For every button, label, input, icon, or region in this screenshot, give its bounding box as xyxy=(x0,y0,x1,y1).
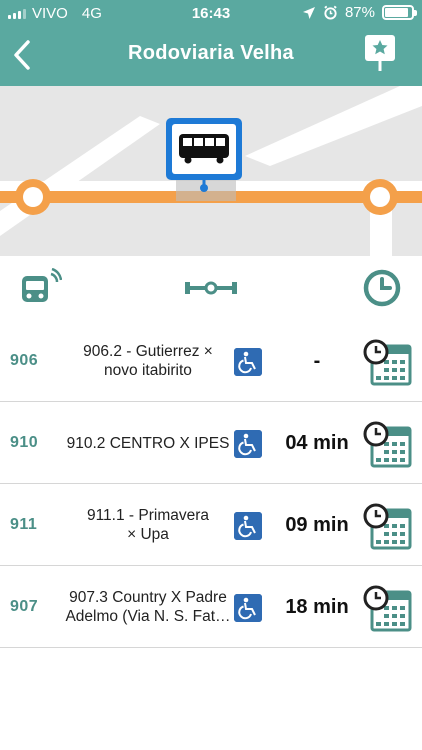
line-name: 906.2 - Gutierrez × novo itabirito xyxy=(83,343,213,379)
battery-icon xyxy=(382,5,417,20)
arrival-time: 09 min xyxy=(285,513,349,536)
bus-realtime-icon[interactable] xyxy=(20,268,62,306)
wheelchair-accessible-icon xyxy=(234,348,262,376)
line-code: 911 xyxy=(10,516,38,533)
arrival-time: 18 min xyxy=(285,595,349,618)
arrival-time: 04 min xyxy=(285,431,349,454)
schedule-calendar-icon[interactable] xyxy=(362,502,412,550)
page-title: Rodoviaria Velha xyxy=(128,42,294,64)
line-code: 910 xyxy=(10,434,39,451)
list-item[interactable]: 911 911.1 - Primavera × Upa 09 min xyxy=(0,484,422,566)
list-item[interactable]: 906 906.2 - Gutierrez × novo itabirito - xyxy=(0,320,422,402)
nav-bar: Rodoviaria Velha xyxy=(0,28,422,86)
line-name: 911.1 - Primavera × Upa xyxy=(86,507,210,543)
wheelchair-accessible-icon xyxy=(234,430,262,458)
line-name: 910.2 CENTRO X IPES xyxy=(66,434,230,452)
wheelchair-accessible-icon xyxy=(234,594,262,622)
arrival-time: - xyxy=(313,349,321,372)
clock-icon[interactable] xyxy=(362,268,402,308)
route-icon[interactable] xyxy=(184,278,238,298)
alarm-icon xyxy=(324,5,337,20)
app-screen: VIVO 4G 16:43 87% Rodoviaria Velha 906 9… xyxy=(0,0,422,750)
location-arrow-icon xyxy=(302,6,315,19)
top-bar: VIVO 4G 16:43 87% Rodoviaria Velha xyxy=(0,0,422,86)
wheelchair-accessible-icon xyxy=(234,512,262,540)
bus-line-list: 906 906.2 - Gutierrez × novo itabirito - … xyxy=(0,320,422,648)
line-code: 906 xyxy=(10,352,39,369)
schedule-calendar-icon[interactable] xyxy=(362,584,412,632)
status-bar: VIVO 4G 16:43 87% xyxy=(0,0,422,28)
battery-percent: 87% xyxy=(344,4,375,21)
line-name: 907.3 Country X Padre Adelmo (Via N. S. F… xyxy=(65,589,231,625)
list-item[interactable]: 907 907.3 Country X Padre Adelmo (Via N. … xyxy=(0,566,422,648)
bus-stop-marker-icon xyxy=(166,118,242,192)
status-right: 87% xyxy=(302,4,417,21)
schedule-calendar-icon[interactable] xyxy=(362,338,412,386)
list-item[interactable]: 910 910.2 CENTRO X IPES 04 min xyxy=(0,402,422,484)
schedule-calendar-icon[interactable] xyxy=(362,420,412,468)
favorite-star-pin-icon[interactable] xyxy=(364,34,396,74)
stop-map[interactable] xyxy=(0,86,422,256)
column-header xyxy=(0,256,422,320)
line-code: 907 xyxy=(10,598,39,615)
